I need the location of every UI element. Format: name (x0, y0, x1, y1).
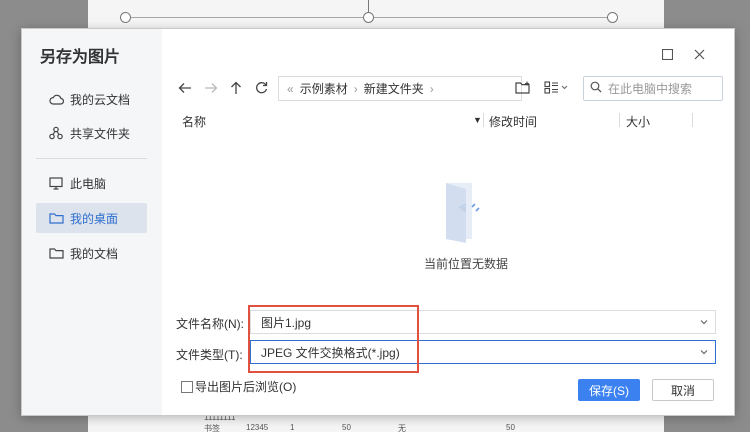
maximize-button[interactable] (658, 47, 676, 65)
close-button[interactable] (690, 47, 708, 65)
search-icon (590, 81, 602, 96)
sidebar-item-my-documents[interactable]: 我的文档 (36, 238, 147, 268)
view-list-icon (544, 81, 570, 97)
save-button[interactable]: 保存(S) (578, 379, 640, 401)
chevron-down-icon[interactable] (699, 316, 709, 330)
filename-value: 图片1.jpg (261, 315, 312, 330)
column-header-name[interactable]: 名称 (182, 113, 206, 130)
sidebar-divider (36, 158, 147, 159)
sidebar-item-cloud-docs[interactable]: 我的云文档 (36, 84, 147, 114)
column-divider[interactable] (692, 113, 693, 127)
table-cell: 书签 (204, 424, 220, 432)
column-divider[interactable] (619, 113, 620, 127)
sidebar-item-label: 我的桌面 (70, 211, 119, 226)
column-header-size[interactable]: 大小 (626, 113, 650, 130)
dialog-title: 另存为图片 (40, 49, 121, 66)
cancel-button[interactable]: 取消 (652, 379, 714, 401)
sidebar-item-shared-folder[interactable]: 共享文件夹 (36, 118, 147, 148)
save-as-image-dialog: 另存为图片 我的云文档 共享文件夹 此电脑 我的桌面 我的文档 « 示例素材 ›… (21, 28, 735, 416)
resize-handle[interactable] (120, 12, 131, 23)
up-button[interactable] (225, 78, 247, 100)
filename-label: 文件名称(N): (176, 317, 244, 331)
sidebar-item-my-desktop[interactable]: 我的桌面 (36, 203, 147, 233)
filetype-label: 文件类型(T): (176, 348, 243, 362)
filename-field[interactable]: 图片1.jpg (250, 310, 716, 334)
new-folder-icon (515, 81, 531, 97)
column-divider[interactable] (483, 113, 484, 127)
arrow-up-icon (230, 81, 242, 98)
folder-icon (48, 210, 64, 226)
empty-folder-illustration (402, 179, 522, 246)
table-cell: 12345 (246, 423, 269, 432)
share-icon (48, 125, 64, 141)
resize-handle[interactable] (363, 12, 374, 23)
sidebar-item-label: 此电脑 (70, 176, 107, 191)
sort-down-icon[interactable]: ▼ (473, 115, 482, 125)
filetype-value: JPEG 文件交换格式(*.jpg) (261, 345, 400, 360)
table-cell: 无 (398, 424, 406, 432)
filetype-select[interactable]: JPEG 文件交换格式(*.jpg) (250, 340, 716, 364)
close-icon (694, 49, 705, 63)
folder-icon (48, 245, 64, 261)
square-icon (661, 48, 673, 63)
table-cell: 50 (342, 423, 351, 432)
chevron-right-icon[interactable]: › (430, 82, 434, 96)
table-cell: 50 (506, 423, 515, 432)
chevron-double-left-icon[interactable]: « (287, 82, 294, 96)
refresh-button[interactable] (250, 78, 272, 100)
export-browse-checkbox[interactable]: 导出图片后浏览(O) (181, 378, 296, 395)
cloud-icon (48, 91, 64, 107)
empty-state-text: 当前位置无数据 (423, 257, 508, 271)
new-folder-button[interactable] (512, 78, 534, 100)
view-mode-button[interactable] (542, 78, 572, 100)
forward-button[interactable] (200, 78, 222, 100)
monitor-icon (48, 175, 64, 191)
column-header-modified[interactable]: 修改时间 (489, 113, 537, 130)
chevron-right-icon: › (353, 81, 358, 96)
sidebar-item-this-pc[interactable]: 此电脑 (36, 168, 147, 198)
sidebar-item-label: 共享文件夹 (70, 126, 131, 141)
refresh-icon (255, 81, 268, 97)
arrow-right-icon (204, 82, 218, 97)
search-input[interactable] (608, 81, 718, 96)
search-box[interactable] (583, 76, 723, 101)
sidebar-item-label: 我的云文档 (70, 92, 131, 107)
rotate-handle-stem (368, 0, 369, 12)
breadcrumb[interactable]: « 示例素材 › 新建文件夹 › (278, 76, 522, 101)
resize-handle[interactable] (607, 12, 618, 23)
empty-file-icon (446, 183, 480, 243)
sidebar: 另存为图片 我的云文档 共享文件夹 此电脑 我的桌面 我的文档 (22, 29, 162, 415)
sidebar-item-label: 我的文档 (70, 246, 119, 261)
chevron-down-icon[interactable] (699, 346, 709, 360)
arrow-left-icon (178, 82, 192, 97)
breadcrumb-item[interactable]: 示例素材 (300, 80, 348, 97)
checkbox-box[interactable] (181, 380, 193, 393)
back-button[interactable] (174, 78, 196, 100)
breadcrumb-item[interactable]: 新建文件夹 (364, 80, 424, 97)
export-browse-label: 导出图片后浏览(O) (195, 380, 297, 394)
table-cell: 1 (290, 423, 295, 432)
